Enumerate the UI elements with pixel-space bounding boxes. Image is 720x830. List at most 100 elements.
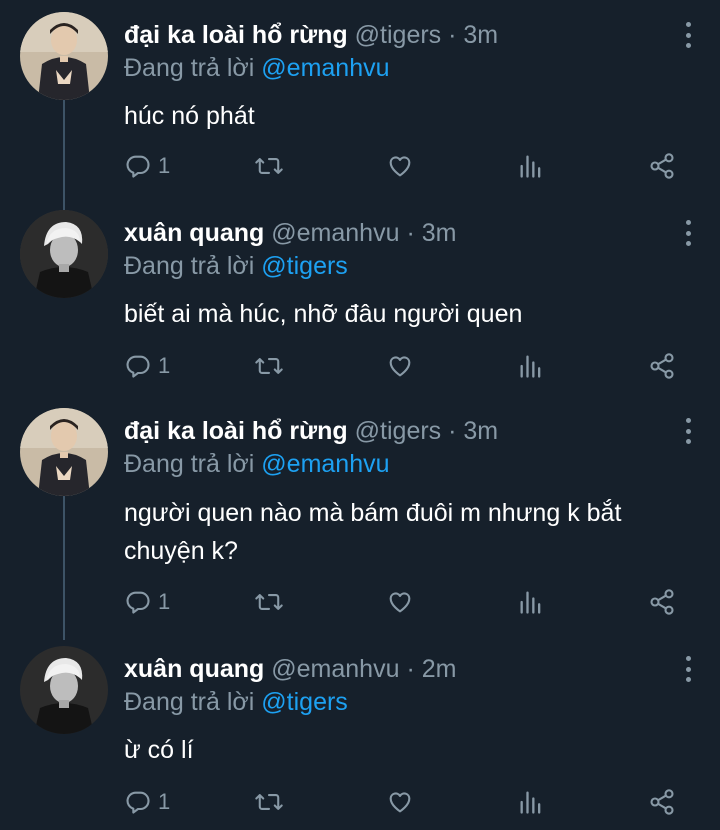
- action-bar: 1: [124, 586, 684, 618]
- display-name[interactable]: xuân quang: [124, 219, 264, 247]
- reply-button[interactable]: 1: [124, 350, 170, 382]
- display-name[interactable]: đại ka loài hổ rừng: [124, 417, 348, 445]
- reply-mention[interactable]: @tigers: [261, 688, 348, 716]
- timestamp[interactable]: 3m: [422, 219, 457, 247]
- tweet-text: người quen nào mà bám đuôi m nhưng k bắt…: [124, 499, 622, 565]
- share-icon: [650, 353, 674, 379]
- reply-context: Đang trả lời @tigers: [124, 250, 348, 282]
- avatar-image: [20, 210, 108, 298]
- avatar-image: [20, 12, 108, 100]
- more-vertical-icon[interactable]: [678, 220, 698, 246]
- tweet-text: biết ai mà húc, nhỡ đâu người quen: [124, 300, 523, 328]
- retweet-icon: [255, 158, 283, 174]
- like-button[interactable]: [386, 350, 414, 382]
- reply-button[interactable]: 1: [124, 586, 170, 618]
- reply-mention[interactable]: @emanhvu: [261, 450, 389, 478]
- tweet-header: đại ka loài hổ rừng @tigers · 3m: [124, 18, 498, 52]
- display-name[interactable]: đại ka loài hổ rừng: [124, 21, 348, 49]
- share-button[interactable]: [648, 786, 676, 818]
- tweet-text: ừ có lí: [124, 736, 194, 764]
- heart-icon: [389, 792, 411, 813]
- avatar[interactable]: [20, 210, 108, 298]
- reply-mention[interactable]: @emanhvu: [261, 54, 389, 82]
- display-name[interactable]: xuân quang: [124, 655, 264, 683]
- tweet-header: đại ka loài hổ rừng @tigers · 3m: [124, 414, 498, 448]
- retweet-button[interactable]: [254, 350, 284, 382]
- heart-icon: [389, 592, 411, 613]
- tweet[interactable]: xuân quang @emanhvu · 2m Đang trả lời @t…: [0, 634, 720, 830]
- share-icon: [650, 789, 674, 815]
- tweet-text: húc nó phát: [124, 102, 255, 130]
- avatar[interactable]: [20, 408, 108, 496]
- separator: ·: [448, 21, 457, 49]
- reply-button[interactable]: 1: [124, 786, 170, 818]
- separator: ·: [448, 417, 457, 445]
- share-button[interactable]: [648, 150, 676, 182]
- like-button[interactable]: [386, 586, 414, 618]
- analytics-icon: [520, 591, 541, 614]
- timestamp[interactable]: 2m: [422, 655, 457, 683]
- more-vertical-icon[interactable]: [678, 418, 698, 444]
- avatar-image: [20, 408, 108, 496]
- analytics-icon: [520, 155, 541, 178]
- like-button[interactable]: [386, 786, 414, 818]
- reply-icon: [126, 591, 150, 614]
- tweet-header: xuân quang @emanhvu · 3m: [124, 216, 456, 250]
- timestamp[interactable]: 3m: [463, 21, 498, 49]
- reply-icon: [126, 155, 150, 178]
- reply-prefix: Đang trả lời: [124, 688, 255, 716]
- analytics-icon: [520, 355, 541, 378]
- tweet[interactable]: đại ka loài hổ rừng @tigers · 3m Đang tr…: [0, 396, 720, 634]
- share-button[interactable]: [648, 350, 676, 382]
- heart-icon: [389, 356, 411, 377]
- reply-count: 1: [158, 789, 171, 814]
- tweet[interactable]: xuân quang @emanhvu · 3m Đang trả lời @t…: [0, 198, 720, 396]
- analytics-button[interactable]: [518, 350, 544, 382]
- reply-count: 1: [158, 153, 171, 178]
- heart-icon: [389, 156, 411, 177]
- reply-context: Đang trả lời @emanhvu: [124, 52, 390, 84]
- reply-prefix: Đang trả lời: [124, 450, 255, 478]
- analytics-button[interactable]: [518, 150, 544, 182]
- analytics-icon: [520, 791, 541, 814]
- more-vertical-icon[interactable]: [678, 22, 698, 48]
- timestamp[interactable]: 3m: [463, 417, 498, 445]
- reply-icon: [126, 355, 150, 378]
- action-bar: 1: [124, 150, 684, 182]
- reply-count: 1: [158, 589, 171, 614]
- user-handle[interactable]: @emanhvu: [271, 219, 399, 247]
- more-vertical-icon[interactable]: [678, 656, 698, 682]
- reply-prefix: Đang trả lời: [124, 252, 255, 280]
- reply-button[interactable]: 1: [124, 150, 170, 182]
- reply-icon: [126, 791, 150, 814]
- action-bar: 1: [124, 350, 684, 382]
- share-icon: [650, 153, 674, 179]
- reply-context: Đang trả lời @tigers: [124, 686, 348, 718]
- user-handle[interactable]: @emanhvu: [271, 655, 399, 683]
- retweet-icon: [255, 794, 283, 810]
- avatar[interactable]: [20, 12, 108, 100]
- retweet-button[interactable]: [254, 586, 284, 618]
- user-handle[interactable]: @tigers: [355, 417, 442, 445]
- separator: ·: [406, 655, 415, 683]
- share-button[interactable]: [648, 586, 676, 618]
- tweet[interactable]: đại ka loài hổ rừng @tigers · 3m Đang tr…: [0, 0, 720, 198]
- like-button[interactable]: [386, 150, 414, 182]
- tweet-header: xuân quang @emanhvu · 2m: [124, 652, 456, 686]
- retweet-icon: [255, 358, 283, 374]
- retweet-button[interactable]: [254, 786, 284, 818]
- analytics-button[interactable]: [518, 786, 544, 818]
- analytics-button[interactable]: [518, 586, 544, 618]
- user-handle[interactable]: @tigers: [355, 21, 442, 49]
- reply-context: Đang trả lời @emanhvu: [124, 448, 390, 480]
- share-icon: [650, 589, 674, 615]
- action-bar: 1: [124, 786, 684, 818]
- avatar-image: [20, 646, 108, 734]
- reply-prefix: Đang trả lời: [124, 54, 255, 82]
- retweet-icon: [255, 594, 283, 610]
- separator: ·: [406, 219, 415, 247]
- reply-mention[interactable]: @tigers: [261, 252, 348, 280]
- retweet-button[interactable]: [254, 150, 284, 182]
- avatar[interactable]: [20, 646, 108, 734]
- reply-count: 1: [158, 353, 171, 378]
